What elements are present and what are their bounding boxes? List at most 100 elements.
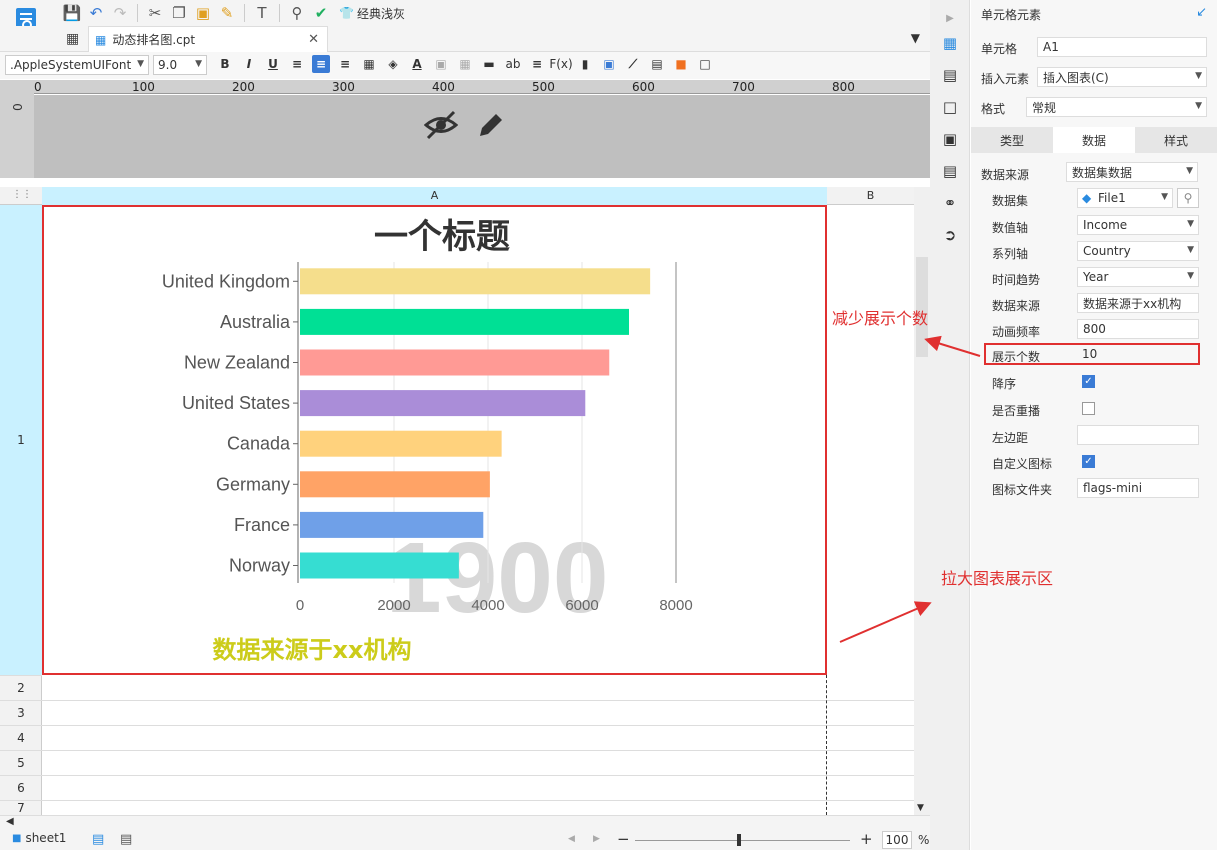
bar-chart-icon[interactable]: ▮ [576, 55, 594, 73]
picture-icon[interactable]: ■ [672, 55, 690, 73]
tab-file[interactable]: ▦ 动态排名图.cpt ✕ [88, 26, 328, 52]
cell-attribute-icon[interactable]: ▤ [940, 65, 960, 85]
row-1-header[interactable]: 1 [0, 205, 42, 675]
add-report-icon[interactable]: ▤ [120, 832, 132, 847]
datasource-select[interactable]: 数据集数据 ▼ [1066, 162, 1198, 182]
zoom-in-icon[interactable]: + [860, 830, 873, 848]
align-center-icon[interactable]: ≡ [312, 55, 330, 73]
paste-icon[interactable]: ▣ [193, 3, 213, 23]
zoom-out-icon[interactable]: − [617, 830, 630, 848]
zoom-slider[interactable] [635, 840, 850, 841]
border-icon[interactable]: ▦ [360, 55, 378, 73]
widget-icon[interactable]: ▣ [940, 129, 960, 149]
sheet-tab[interactable]: ■ sheet1 [12, 831, 66, 845]
align-right-icon[interactable]: ≡ [336, 55, 354, 73]
bar-united-kingdom[interactable] [300, 268, 651, 295]
row-6-header[interactable]: 6 [0, 775, 42, 800]
underline-icon[interactable]: U [264, 55, 282, 73]
icon-folder-input[interactable]: flags-mini [1077, 478, 1199, 498]
bar-france[interactable] [300, 511, 484, 538]
custom-icon-checkbox[interactable]: ✓ [1082, 455, 1095, 468]
split-cell-icon[interactable]: ▦ [456, 55, 474, 73]
bar-canada[interactable] [300, 430, 502, 457]
format-select[interactable]: 常规 ▼ [1026, 97, 1207, 117]
next-page-icon[interactable]: ▶ [593, 834, 600, 844]
text-box-icon[interactable]: T [252, 3, 272, 23]
bar-germany[interactable] [300, 471, 490, 498]
bar-chart[interactable]: 1900 United KingdomAustraliaNew ZealandU… [44, 207, 825, 673]
insert-row-icon[interactable]: ▬ [480, 55, 498, 73]
cell-element-icon[interactable]: ▦ [940, 33, 960, 53]
bar-norway[interactable] [300, 552, 459, 579]
paragraph-icon[interactable]: ≡ [528, 55, 546, 73]
tab-type[interactable]: 类型 [971, 127, 1053, 153]
grid-icon[interactable]: ▦ [66, 31, 79, 47]
import-icon[interactable]: ➲ [940, 225, 960, 245]
descending-checkbox[interactable]: ✓ [1082, 375, 1095, 388]
format-painter-icon[interactable]: ✎ [217, 3, 237, 23]
row-5-header[interactable]: 5 [0, 750, 42, 775]
font-color-icon[interactable]: A [408, 55, 426, 73]
cell-a1[interactable]: 1900 United Kingdom Australia New Zealand U… [42, 205, 827, 675]
column-a-header[interactable]: A [42, 187, 827, 205]
animation-frequency-input[interactable]: 800 [1077, 319, 1199, 339]
series-axis-select[interactable]: Country ▼ [1077, 241, 1199, 261]
tab-menu-icon[interactable]: ▼ [911, 31, 920, 45]
row-4-header[interactable]: 4 [0, 725, 42, 750]
formula-icon[interactable]: F(x) [549, 55, 572, 73]
value-axis-select[interactable]: Income ▼ [1077, 215, 1199, 235]
edit-pencil-icon[interactable] [476, 110, 506, 147]
dataset-select[interactable]: ◆ File1 ▼ [1077, 188, 1173, 208]
bar-united-states[interactable] [300, 390, 586, 417]
cut-icon[interactable]: ✂ [145, 3, 165, 23]
zoom-handle[interactable] [737, 834, 741, 846]
time-trend-select[interactable]: Year ▼ [1077, 267, 1199, 287]
copy-icon[interactable]: ❐ [169, 3, 189, 23]
undo-icon[interactable]: ↶ [86, 3, 106, 23]
search-button[interactable]: ⚲ [1177, 188, 1199, 208]
tab-data[interactable]: 数据 [1053, 127, 1135, 153]
slash-icon[interactable]: ⟋ [624, 55, 642, 73]
replay-checkbox[interactable] [1082, 402, 1095, 415]
redo-icon[interactable]: ↷ [110, 3, 130, 23]
zoom-input[interactable]: 100 [882, 831, 912, 849]
prev-page-icon[interactable]: ◀ [568, 834, 575, 844]
text-ab-icon[interactable]: ab [504, 55, 522, 73]
cell-input[interactable]: A1 [1037, 37, 1207, 57]
expand-icon[interactable]: ↙ [1196, 5, 1207, 20]
frame-icon[interactable]: □ [696, 55, 714, 73]
font-size-select[interactable]: 9.0 ▼ [153, 55, 207, 75]
bar-new-zealand[interactable] [300, 349, 610, 376]
display-count-input[interactable]: 10 [1077, 344, 1197, 364]
select-all-icon[interactable]: ⋮⋮ [12, 189, 32, 200]
close-icon[interactable]: ✕ [308, 32, 319, 47]
image-icon[interactable]: ▣ [600, 55, 618, 73]
row-3-header[interactable]: 3 [0, 700, 42, 725]
check-icon[interactable]: ✔ [311, 3, 331, 23]
italic-icon[interactable]: I [240, 55, 258, 73]
column-b-header[interactable]: B [827, 187, 914, 205]
fill-color-icon[interactable]: ◈ [384, 55, 402, 73]
scroll-down-icon[interactable]: ▼ [917, 803, 924, 813]
hyperlink-icon[interactable]: ⚭ [940, 193, 960, 213]
row-2-header[interactable]: 2 [0, 675, 42, 700]
condition-icon[interactable]: ▤ [940, 161, 960, 181]
scroll-left-icon[interactable]: ◀ [6, 816, 14, 827]
font-family-select[interactable]: .AppleSystemUIFont ▼ [5, 55, 149, 75]
merge-cell-icon[interactable]: ▣ [432, 55, 450, 73]
align-left-icon[interactable]: ≡ [288, 55, 306, 73]
row-7-header[interactable]: 7 [0, 800, 42, 815]
bar-australia[interactable] [300, 308, 629, 335]
left-margin-input[interactable] [1077, 425, 1199, 445]
source-input[interactable]: 数据来源于xx机构 [1077, 293, 1199, 313]
hide-eye-icon[interactable] [423, 110, 459, 147]
float-element-icon[interactable]: □ [940, 97, 960, 117]
vertical-scrollbar[interactable]: ▼ [914, 187, 930, 815]
preview-icon[interactable]: ⚲ [287, 3, 307, 23]
sheet-grid[interactable]: 1900 United Kingdom Australia New Zealand U… [42, 205, 914, 815]
sub-report-icon[interactable]: ▤ [648, 55, 666, 73]
theme-button[interactable]: 👕 经典浅灰 [339, 5, 405, 22]
insert-select[interactable]: 插入图表(C) ▼ [1037, 67, 1207, 87]
save-icon[interactable]: 💾 [62, 3, 82, 23]
collapse-arrow-icon[interactable]: ▶ [940, 8, 960, 28]
